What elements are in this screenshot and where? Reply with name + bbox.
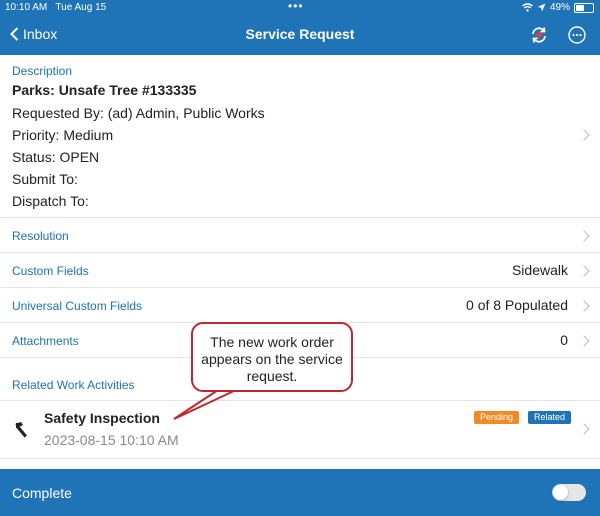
description-section[interactable]: Description Parks: Unsafe Tree #133335 R… bbox=[0, 55, 600, 218]
related-work-activities-header: Related Work Activities bbox=[12, 378, 135, 392]
description-header: Description bbox=[12, 64, 73, 78]
status-time-date: 10:10 AM Tue Aug 15 bbox=[5, 2, 106, 13]
related-work-item[interactable]: Safety Inspection 2023-08-15 10:10 AM bbox=[0, 401, 600, 459]
custom-fields-value: Sidewalk bbox=[511, 262, 568, 278]
chevron-right-icon bbox=[578, 265, 590, 277]
dispatch-to: Dispatch To: bbox=[12, 193, 89, 209]
callout-text: The new work order appears on the servic… bbox=[201, 334, 343, 384]
custom-fields-label: Custom Fields bbox=[12, 264, 89, 278]
priority: Priority: Medium bbox=[12, 127, 114, 143]
universal-custom-fields-label: Universal Custom Fields bbox=[12, 299, 143, 313]
work-activity-title: Safety Inspection bbox=[44, 410, 160, 426]
battery-icon bbox=[574, 2, 594, 13]
multitask-dots[interactable]: ••• bbox=[288, 0, 304, 13]
nav-bar: Inbox Service Request bbox=[0, 16, 600, 55]
request-title: Parks: Unsafe Tree #133335 bbox=[12, 82, 197, 98]
universal-custom-fields-row[interactable]: Universal Custom Fields 0 of 8 Populated bbox=[0, 288, 600, 323]
location-icon bbox=[537, 3, 546, 12]
requested-by: Requested By: (ad) Admin, Public Works bbox=[12, 105, 265, 121]
pending-badge: Pending bbox=[474, 411, 520, 424]
submit-to: Submit To: bbox=[12, 171, 78, 187]
related-badge: Related bbox=[528, 411, 572, 424]
wifi-icon bbox=[522, 3, 533, 12]
toggle-knob bbox=[553, 485, 568, 500]
complete-toggle[interactable] bbox=[552, 484, 586, 501]
chevron-right-icon bbox=[578, 335, 590, 347]
chevron-right-icon bbox=[578, 300, 590, 312]
resolution-label: Resolution bbox=[12, 229, 69, 243]
universal-custom-fields-value: 0 of 8 Populated bbox=[466, 297, 568, 313]
attachments-value: 0 bbox=[560, 332, 568, 348]
battery-percent: 49% bbox=[549, 2, 570, 13]
chevron-right-icon bbox=[578, 423, 590, 435]
status-bar: 10:10 AM Tue Aug 15 ••• 49% bbox=[0, 0, 600, 16]
status-time: 10:10 AM bbox=[5, 2, 48, 13]
attachments-label: Attachments bbox=[12, 334, 79, 348]
chevron-right-icon bbox=[578, 230, 590, 242]
wrench-icon bbox=[15, 422, 28, 438]
chevron-right-icon bbox=[578, 129, 590, 141]
work-activity-date: 2023-08-15 10:10 AM bbox=[44, 432, 179, 448]
status-right: 49% bbox=[522, 2, 594, 13]
complete-bar: Complete bbox=[0, 469, 600, 516]
custom-fields-row[interactable]: Custom Fields Sidewalk bbox=[0, 253, 600, 288]
page-title: Service Request bbox=[245, 26, 355, 42]
more-options-icon[interactable] bbox=[567, 25, 587, 45]
status: Status: OPEN bbox=[12, 149, 100, 165]
complete-label: Complete bbox=[12, 485, 72, 501]
sync-icon[interactable] bbox=[529, 25, 549, 45]
callout: The new work order appears on the servic… bbox=[191, 322, 353, 392]
status-date: Tue Aug 15 bbox=[55, 2, 107, 13]
resolution-row[interactable]: Resolution bbox=[0, 218, 600, 253]
